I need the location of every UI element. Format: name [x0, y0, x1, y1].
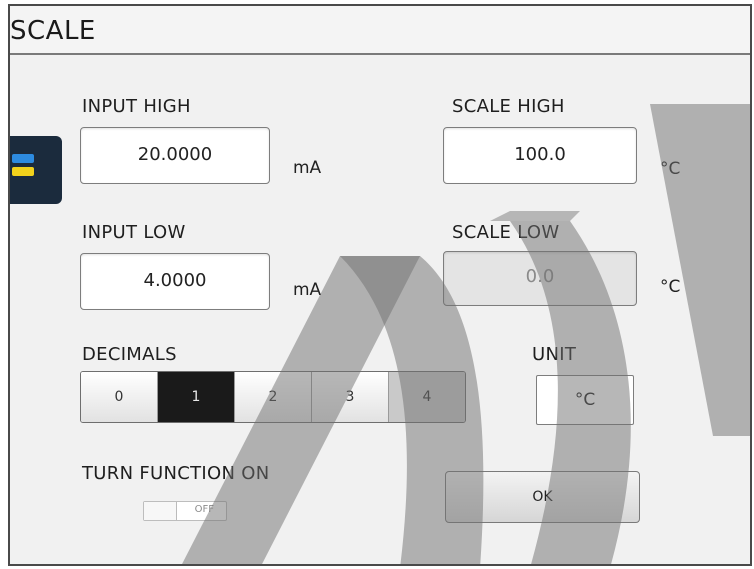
- title-bar: SCALE: [10, 6, 750, 55]
- decimals-option-0[interactable]: 0: [81, 372, 158, 422]
- page-title: SCALE: [10, 16, 96, 46]
- input-low-unit: mA: [293, 280, 322, 300]
- input-high-unit: mA: [293, 158, 322, 178]
- input-low-field[interactable]: 4.0000: [80, 253, 270, 310]
- toggle-state: OFF: [194, 504, 214, 515]
- scale-high-unit: °C: [660, 159, 681, 179]
- tab-stripe-yellow: [12, 167, 34, 176]
- toggle-knob: [144, 502, 177, 520]
- turn-function-toggle[interactable]: OFF: [143, 501, 227, 521]
- input-high-label: INPUT HIGH: [82, 96, 191, 117]
- decimals-option-3[interactable]: 3: [312, 372, 389, 422]
- scale-dialog: SCALE INPUT HIGH 20.0000 mA INPUT LOW 4.…: [8, 4, 752, 566]
- decimals-option-4[interactable]: 4: [389, 372, 465, 422]
- input-low-label: INPUT LOW: [82, 222, 186, 243]
- unit-selector-field[interactable]: °C: [536, 375, 634, 425]
- tab-stripe-blue: [12, 154, 34, 163]
- ok-button[interactable]: OK: [445, 471, 640, 523]
- turn-function-label: TURN FUNCTION ON: [82, 463, 270, 484]
- scale-low-label: SCALE LOW: [452, 222, 560, 243]
- unit-label: UNIT: [532, 344, 577, 365]
- decimals-label: DECIMALS: [82, 344, 177, 365]
- scale-low-unit: °C: [660, 277, 681, 297]
- scale-low-field[interactable]: 0.0: [443, 251, 637, 306]
- scale-high-field[interactable]: 100.0: [443, 127, 637, 184]
- decimals-option-2[interactable]: 2: [235, 372, 312, 422]
- decimals-selector: 0 1 2 3 4: [80, 371, 466, 423]
- decimals-option-1[interactable]: 1: [158, 372, 235, 422]
- menu-tab-icon[interactable]: [10, 136, 62, 204]
- input-high-field[interactable]: 20.0000: [80, 127, 270, 184]
- scale-high-label: SCALE HIGH: [452, 96, 565, 117]
